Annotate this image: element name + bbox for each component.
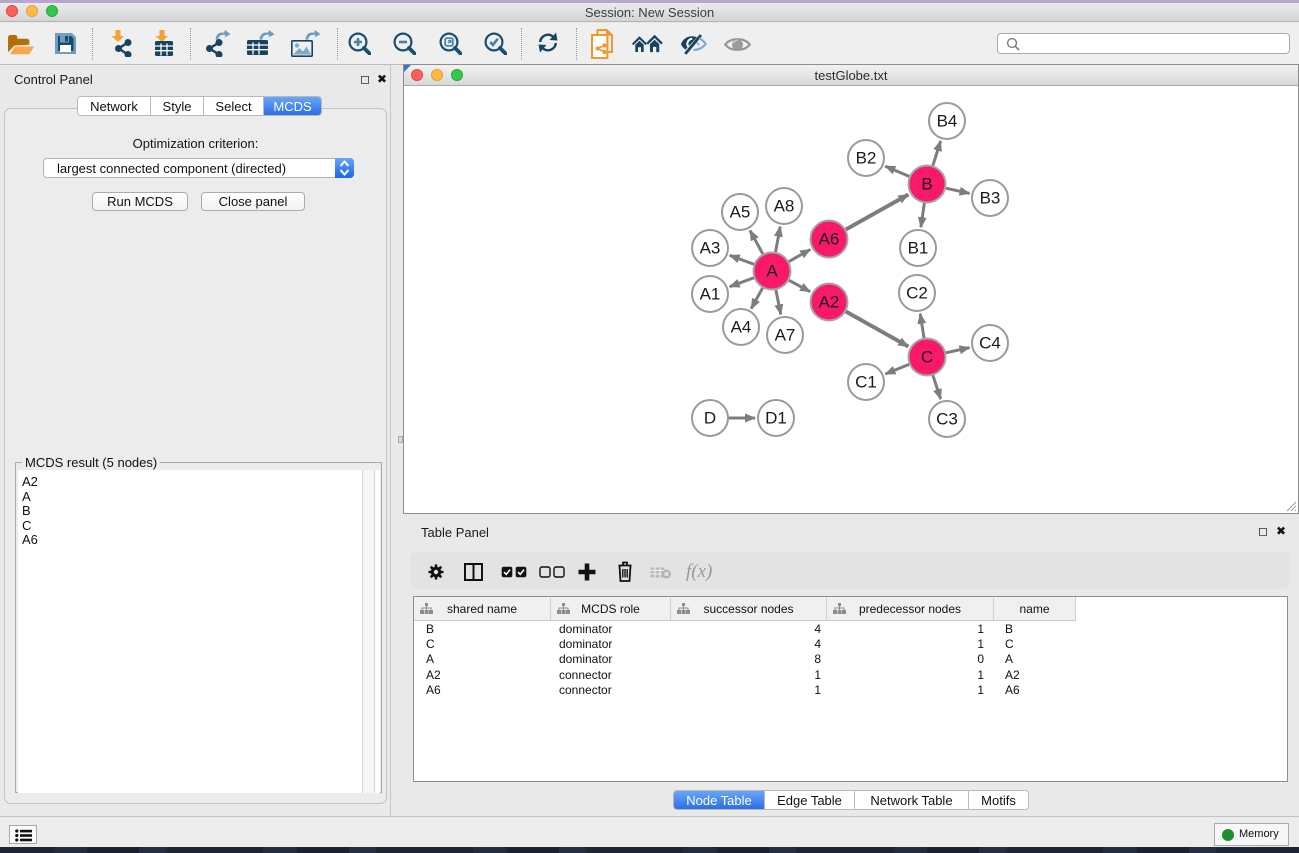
svg-text:D: D [704, 409, 716, 428]
svg-text:A1: A1 [700, 285, 721, 304]
svg-text:A6: A6 [819, 230, 840, 249]
svg-text:B4: B4 [937, 112, 958, 131]
svg-text:A7: A7 [775, 326, 796, 345]
svg-text:C3: C3 [936, 410, 958, 429]
svg-text:B2: B2 [856, 149, 877, 168]
svg-text:A2: A2 [819, 293, 840, 312]
svg-text:A3: A3 [700, 239, 721, 258]
svg-text:C2: C2 [906, 284, 928, 303]
svg-text:A4: A4 [731, 318, 752, 337]
svg-text:D1: D1 [765, 409, 787, 428]
svg-text:B3: B3 [980, 189, 1001, 208]
svg-text:A5: A5 [730, 203, 751, 222]
svg-text:B: B [921, 175, 932, 194]
svg-text:C1: C1 [855, 373, 877, 392]
svg-text:C4: C4 [979, 334, 1001, 353]
svg-text:C: C [921, 348, 933, 367]
svg-text:A: A [766, 262, 778, 281]
svg-text:A8: A8 [774, 197, 795, 216]
svg-text:B1: B1 [908, 239, 929, 258]
